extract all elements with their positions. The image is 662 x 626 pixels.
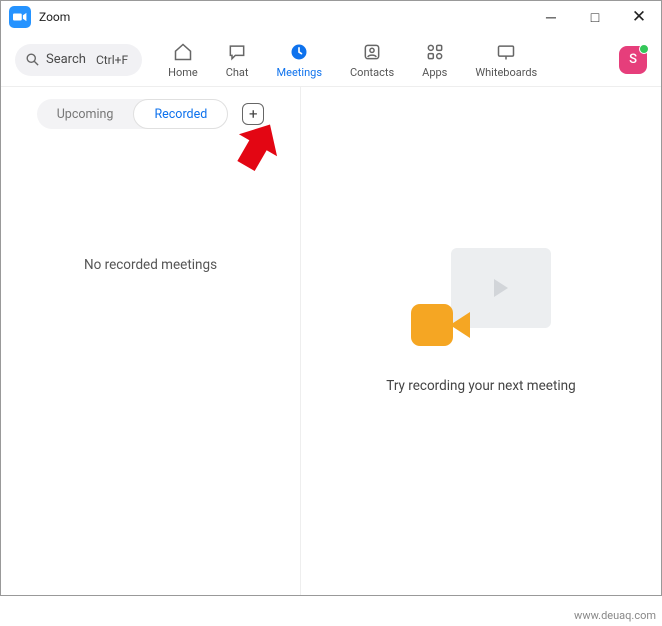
nav-apps[interactable]: Apps [422,41,447,79]
window-title: Zoom [39,10,529,24]
search-icon [25,52,40,67]
camera-icon [411,302,471,348]
avatar[interactable]: S [619,46,647,74]
search-shortcut: Ctrl+F [96,53,128,67]
left-pane: Upcoming Recorded + No recorded meetings [1,87,301,595]
close-button[interactable]: ✕ [617,2,661,32]
nav-chat[interactable]: Chat [226,41,249,79]
search-label: Search [46,52,86,67]
zoom-app-icon [9,6,31,28]
chat-icon [226,41,248,63]
maximize-button[interactable]: □ [573,2,617,32]
nav-meetings[interactable]: Meetings [277,41,322,79]
nav-home[interactable]: Home [168,41,198,79]
nav-whiteboards[interactable]: Whiteboards [475,41,537,79]
add-meeting-button[interactable]: + [242,103,264,125]
no-recordings-message: No recorded meetings [84,257,217,273]
titlebar: Zoom ─ □ ✕ [1,1,661,33]
toolbar: Search Ctrl+F Home Chat Meetings [1,33,661,87]
recording-illustration [411,248,551,348]
nav-contacts[interactable]: Contacts [350,41,394,79]
tab-recorded[interactable]: Recorded [133,99,228,129]
minimize-button[interactable]: ─ [529,2,573,32]
meetings-tabs: Upcoming Recorded [37,99,229,129]
right-pane: Try recording your next meeting [301,87,661,595]
contacts-icon [361,41,383,63]
whiteboards-icon [495,41,517,63]
meetings-icon [288,41,310,63]
recording-hint: Try recording your next meeting [386,378,575,394]
home-icon [172,41,194,63]
search-box[interactable]: Search Ctrl+F [15,44,142,76]
apps-icon [424,41,446,63]
tab-upcoming[interactable]: Upcoming [37,99,134,129]
watermark: www.deuaq.com [574,609,656,622]
